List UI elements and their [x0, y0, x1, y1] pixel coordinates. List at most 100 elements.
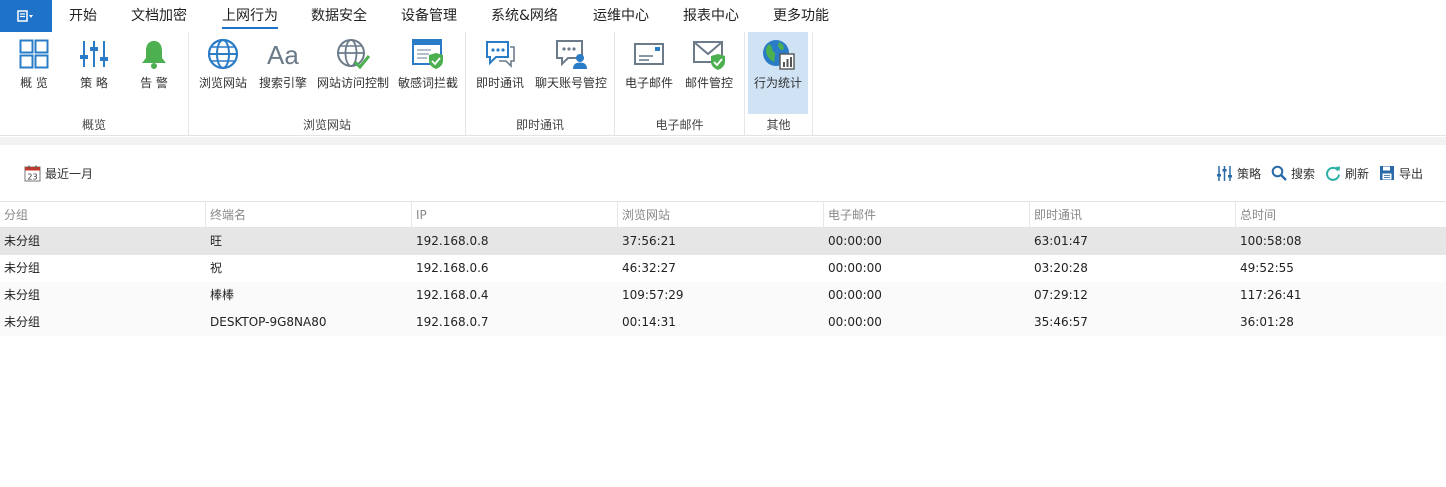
email-control-label: 邮件管控 [684, 76, 733, 90]
envelope-icon [632, 37, 666, 71]
app-menu-button[interactable] [0, 0, 52, 32]
column-header-group[interactable]: 分组 [0, 202, 206, 228]
cell-total: 100:58:08 [1240, 234, 1302, 248]
website-access-control-label: 网站访问控制 [316, 76, 389, 90]
refresh-toolbar-label: 刷新 [1345, 166, 1370, 181]
column-header-terminal[interactable]: 终端名 [206, 202, 412, 228]
column-header-total[interactable]: 总时间 [1236, 202, 1446, 228]
behavior-stats-table: 分组 终端名 IP 浏览网站 电子邮件 即时通讯 总时间 未分组 旺 192.1… [0, 201, 1446, 336]
search-toolbar-label: 搜索 [1291, 166, 1316, 181]
tab-internet-behavior[interactable]: 上网行为 [222, 0, 278, 32]
ribbon-group-other: 行为统计 其他 [745, 32, 813, 136]
table-row[interactable]: 未分组 棒棒 192.168.0.4 109:57:29 00:00:00 07… [0, 282, 1446, 309]
save-disk-icon [1380, 166, 1394, 180]
ribbon-group-im: 即时通讯 聊天账号管控 即时通讯 [466, 32, 615, 136]
cell-group: 未分组 [4, 288, 41, 302]
instant-messaging-button[interactable]: 即时通讯 [474, 32, 526, 114]
date-range-button[interactable]: 23 最近一月 [24, 164, 93, 182]
overview-button-label: 概 览 [20, 76, 48, 90]
app-menu-icon [17, 10, 33, 22]
refresh-toolbar-button[interactable]: 刷新 [1325, 164, 1369, 182]
column-header-im[interactable]: 即时通讯 [1030, 202, 1236, 228]
browse-website-label: 浏览网站 [198, 76, 247, 90]
cell-email: 00:00:00 [828, 315, 882, 329]
cell-total: 36:01:28 [1240, 315, 1294, 329]
content-toolbar: 23 最近一月 策略 搜索 刷新 导出 [0, 145, 1446, 201]
globe-icon [206, 37, 240, 71]
window-shield-icon [411, 37, 445, 71]
search-toolbar-button[interactable]: 搜索 [1271, 164, 1315, 182]
cell-terminal: DESKTOP-9G8NA80 [210, 315, 327, 329]
policy-button[interactable]: 策 略 [70, 32, 118, 114]
table-row[interactable]: 未分组 祝 192.168.0.6 46:32:27 00:00:00 03:2… [0, 255, 1446, 282]
sensitive-word-block-button[interactable]: 敏感词拦截 [396, 32, 460, 114]
browse-website-button[interactable]: 浏览网站 [195, 32, 251, 114]
sliders-icon [1217, 165, 1232, 181]
date-range-label: 最近一月 [45, 166, 94, 181]
chat-account-control-button[interactable]: 聊天账号管控 [532, 32, 610, 114]
cell-ip: 192.168.0.4 [416, 288, 489, 302]
tab-start[interactable]: 开始 [69, 0, 97, 32]
email-label: 电子邮件 [624, 76, 673, 90]
ribbon-panel: 概 览 策 略 告 警 概览 浏览网站 Aa 搜索引擎 网站访问控制 敏感词拦截… [0, 32, 1446, 136]
cell-browse: 46:32:27 [622, 261, 676, 275]
export-toolbar-button[interactable]: 导出 [1379, 164, 1423, 182]
calendar-day: 23 [27, 172, 37, 181]
column-header-email[interactable]: 电子邮件 [824, 202, 1030, 228]
policy-button-label: 策 略 [80, 76, 108, 90]
website-access-control-button[interactable]: 网站访问控制 [315, 32, 391, 114]
behavior-stats-label: 行为统计 [753, 76, 802, 90]
email-control-button[interactable]: 邮件管控 [683, 32, 735, 114]
cell-terminal: 棒棒 [210, 288, 235, 302]
cell-ip: 192.168.0.7 [416, 315, 489, 329]
cell-total: 117:26:41 [1240, 288, 1302, 302]
cell-browse: 37:56:21 [622, 234, 676, 248]
cell-terminal: 旺 [210, 234, 223, 248]
grid-overview-icon [17, 37, 51, 71]
globe-stats-icon [761, 37, 795, 71]
refresh-icon [1326, 166, 1340, 181]
search-engine-button[interactable]: Aa 搜索引擎 [257, 32, 309, 114]
instant-messaging-label: 即时通讯 [475, 76, 524, 90]
table-row[interactable]: 未分组 DESKTOP-9G8NA80 192.168.0.7 00:14:31… [0, 309, 1446, 336]
cell-terminal: 祝 [210, 261, 223, 275]
ribbon-group-browse: 浏览网站 Aa 搜索引擎 网站访问控制 敏感词拦截 浏览网站 [189, 32, 466, 136]
tab-doc-encrypt[interactable]: 文档加密 [131, 0, 187, 32]
cell-im: 63:01:47 [1034, 234, 1088, 248]
cell-email: 00:00:00 [828, 234, 882, 248]
tab-more-functions[interactable]: 更多功能 [773, 0, 829, 32]
ribbon-group-label: 浏览网站 [302, 118, 351, 132]
ribbon-group-email: 电子邮件 邮件管控 电子邮件 [615, 32, 745, 136]
cell-total: 49:52:55 [1240, 261, 1294, 275]
ribbon-group-overview: 概 览 策 略 告 警 概览 [0, 32, 189, 136]
search-engine-label: 搜索引擎 [258, 76, 307, 90]
policy-toolbar-button[interactable]: 策略 [1216, 164, 1261, 182]
policy-toolbar-label: 策略 [1237, 166, 1262, 181]
svg-text:Aa: Aa [267, 40, 299, 69]
cell-im: 07:29:12 [1034, 288, 1088, 302]
search-icon [1271, 165, 1287, 181]
chat-user-icon [554, 37, 588, 71]
tab-device-management[interactable]: 设备管理 [401, 0, 457, 32]
cell-email: 00:00:00 [828, 261, 882, 275]
tab-report-center[interactable]: 报表中心 [683, 0, 739, 32]
cell-group: 未分组 [4, 315, 41, 329]
alarm-button[interactable]: 告 警 [130, 32, 178, 114]
column-header-browse[interactable]: 浏览网站 [618, 202, 824, 228]
export-toolbar-label: 导出 [1399, 166, 1424, 181]
overview-button[interactable]: 概 览 [10, 32, 58, 114]
tab-data-security[interactable]: 数据安全 [311, 0, 367, 32]
chat-bubble-icon [483, 37, 517, 71]
behavior-stats-button[interactable]: 行为统计 [748, 32, 808, 114]
table-row[interactable]: 未分组 旺 192.168.0.8 37:56:21 00:00:00 63:0… [0, 228, 1446, 255]
tab-system-network[interactable]: 系统&网络 [491, 0, 558, 32]
cell-browse: 109:57:29 [622, 288, 684, 302]
column-header-ip[interactable]: IP [412, 202, 618, 228]
cell-group: 未分组 [4, 261, 41, 275]
cell-im: 03:20:28 [1034, 261, 1088, 275]
ribbon-group-label: 即时通讯 [515, 118, 564, 132]
tab-ops-center[interactable]: 运维中心 [593, 0, 649, 32]
email-button[interactable]: 电子邮件 [623, 32, 675, 114]
cell-browse: 00:14:31 [622, 315, 676, 329]
sliders-icon [77, 37, 111, 71]
